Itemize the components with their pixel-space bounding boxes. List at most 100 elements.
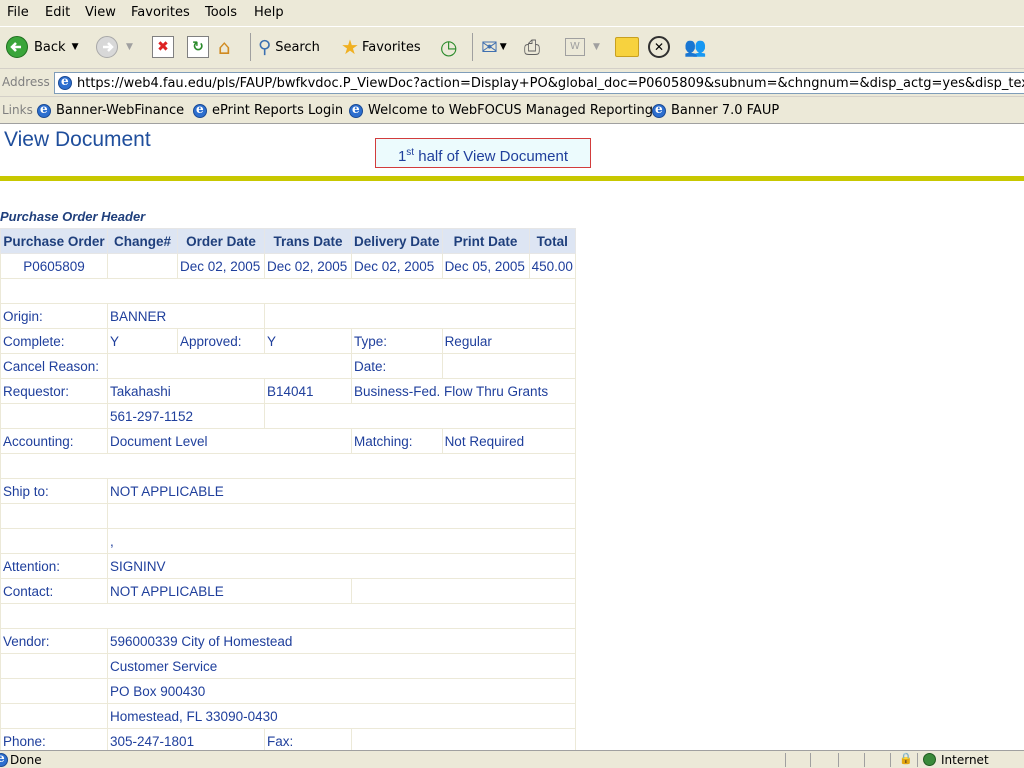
messenger-button[interactable]: 👥	[684, 33, 706, 61]
back-dropdown-icon[interactable]: ▼	[72, 42, 79, 52]
lock-icon: 🔒	[899, 752, 913, 765]
menu-tools[interactable]: Tools	[205, 5, 237, 20]
annotation-sup: st	[406, 147, 415, 158]
origin-label: Origin:	[0, 303, 108, 329]
status-text: Done	[10, 753, 42, 767]
ie-link-icon	[652, 102, 666, 118]
section-title: Purchase Order Header	[0, 209, 146, 224]
trans-date: Dec 02, 2005	[264, 253, 352, 279]
stop-icon: ✖	[152, 36, 174, 58]
vendor-line-4: Homestead, FL 33090-0430	[107, 703, 576, 729]
attention-value: SIGNINV	[107, 553, 576, 579]
vendor-line-3: PO Box 900430	[107, 678, 576, 704]
back-label: Back	[34, 39, 66, 55]
accounting-label: Accounting:	[0, 428, 108, 454]
ie-link-icon	[193, 102, 207, 118]
shipto-city-line: ,	[107, 528, 576, 554]
forward-button[interactable]: ▼	[96, 33, 133, 61]
edit-dropdown-icon[interactable]: ▼	[593, 42, 600, 52]
back-arrow-icon	[6, 36, 28, 58]
menu-file[interactable]: File	[7, 5, 29, 20]
status-bar: Done 🔒 Internet	[0, 750, 1024, 768]
contact-value: NOT APPLICABLE	[107, 578, 352, 604]
table-row: Cancel Reason: Date:	[0, 353, 576, 379]
mail-dropdown-icon[interactable]: ▼	[500, 42, 507, 52]
col-change: Change#	[107, 228, 178, 254]
table-row: Attention: SIGNINV	[0, 553, 576, 579]
order-date: Dec 02, 2005	[177, 253, 265, 279]
ie-status-icon	[0, 751, 8, 767]
research-button[interactable]: ✕	[648, 33, 670, 61]
address-bar: Address https://web4.fau.edu/pls/FAUP/bw…	[0, 68, 1024, 96]
print-button[interactable]: ⎙	[524, 33, 540, 61]
change-number	[107, 253, 178, 279]
home-icon: ⌂	[218, 35, 231, 59]
matching-label: Matching:	[351, 428, 443, 454]
forward-dropdown-icon[interactable]: ▼	[126, 42, 133, 52]
requestor-phone: 561-297-1152	[107, 403, 265, 429]
print-date: Dec 05, 2005	[441, 253, 530, 279]
word-edit-icon: W	[565, 38, 585, 56]
links-label: Links	[2, 103, 33, 117]
address-input[interactable]: https://web4.fau.edu/pls/FAUP/bwfkvdoc.P…	[54, 72, 1024, 94]
refresh-icon: ↻	[187, 36, 209, 58]
shipto-value: NOT APPLICABLE	[107, 478, 576, 504]
history-button[interactable]: ◷	[440, 33, 457, 61]
matching-value: Not Required	[441, 428, 576, 454]
accounting-value: Document Level	[107, 428, 352, 454]
address-label: Address	[2, 75, 50, 89]
table-row: Contact: NOT APPLICABLE	[0, 578, 576, 604]
complete-label: Complete:	[0, 328, 108, 354]
ie-link-icon	[349, 102, 363, 118]
messenger-icon: 👥	[684, 36, 707, 58]
back-button[interactable]: Back ▼	[6, 33, 78, 61]
menu-view[interactable]: View	[85, 5, 116, 20]
home-button[interactable]: ⌂	[218, 33, 231, 61]
type-value: Regular	[441, 328, 576, 354]
menu-help[interactable]: Help	[254, 5, 284, 20]
table-header-row: Purchase Order Change# Order Date Trans …	[0, 228, 576, 254]
ie-page-icon	[58, 74, 72, 90]
col-total: Total	[528, 228, 576, 254]
col-print-date: Print Date	[441, 228, 530, 254]
toolbar: Back ▼ ▼ ✖ ↻ ⌂ ⚲ Search ★ Favorites ◷ ✉ …	[0, 26, 1024, 68]
table-row	[0, 453, 576, 479]
table-row: ,	[0, 528, 576, 554]
menu-edit[interactable]: Edit	[45, 5, 70, 20]
stop-button[interactable]: ✖	[152, 33, 174, 61]
menu-bar: File Edit View Favorites Tools Help	[0, 0, 1024, 26]
col-order-date: Order Date	[177, 228, 265, 254]
table-row: Origin: BANNER	[0, 303, 576, 329]
menu-favorites[interactable]: Favorites	[131, 5, 190, 20]
star-icon: ★	[341, 35, 359, 59]
refresh-button[interactable]: ↻	[187, 33, 209, 61]
approved-label: Approved:	[177, 328, 265, 354]
search-label: Search	[275, 39, 320, 55]
edit-button[interactable]: W ▼	[565, 33, 600, 61]
total-amount: 450.00	[528, 253, 576, 279]
link-banner-webfinance[interactable]: Banner-WebFinance	[56, 103, 184, 118]
table-row: Requestor: Takahashi B14041 Business-Fed…	[0, 378, 576, 404]
type-label: Type:	[351, 328, 443, 354]
links-bar: Links Banner-WebFinance ePrint Reports L…	[0, 96, 1024, 124]
table-row	[0, 603, 576, 629]
link-banner-faup[interactable]: Banner 7.0 FAUP	[671, 103, 779, 118]
approved-value: Y	[264, 328, 352, 354]
shipto-label: Ship to:	[0, 478, 108, 504]
po-number: P0605809	[0, 253, 108, 279]
ie-link-icon	[37, 102, 51, 118]
folder-icon	[615, 37, 639, 57]
mail-button[interactable]: ✉ ▼	[481, 33, 507, 61]
col-trans-date: Trans Date	[264, 228, 352, 254]
search-button[interactable]: ⚲ Search	[258, 33, 320, 61]
link-webfocus[interactable]: Welcome to WebFOCUS Managed Reporting	[368, 103, 653, 118]
col-delivery-date: Delivery Date	[351, 228, 443, 254]
table-row: Homestead, FL 33090-0430	[0, 703, 576, 729]
col-purchase-order: Purchase Order	[0, 228, 108, 254]
forward-arrow-icon	[96, 36, 118, 58]
favorites-button[interactable]: ★ Favorites	[341, 33, 421, 61]
link-eprint-reports[interactable]: ePrint Reports Login	[212, 103, 343, 118]
delivery-date: Dec 02, 2005	[351, 253, 443, 279]
address-url: https://web4.fau.edu/pls/FAUP/bwfkvdoc.P…	[77, 76, 1024, 91]
discuss-button[interactable]	[615, 33, 639, 61]
